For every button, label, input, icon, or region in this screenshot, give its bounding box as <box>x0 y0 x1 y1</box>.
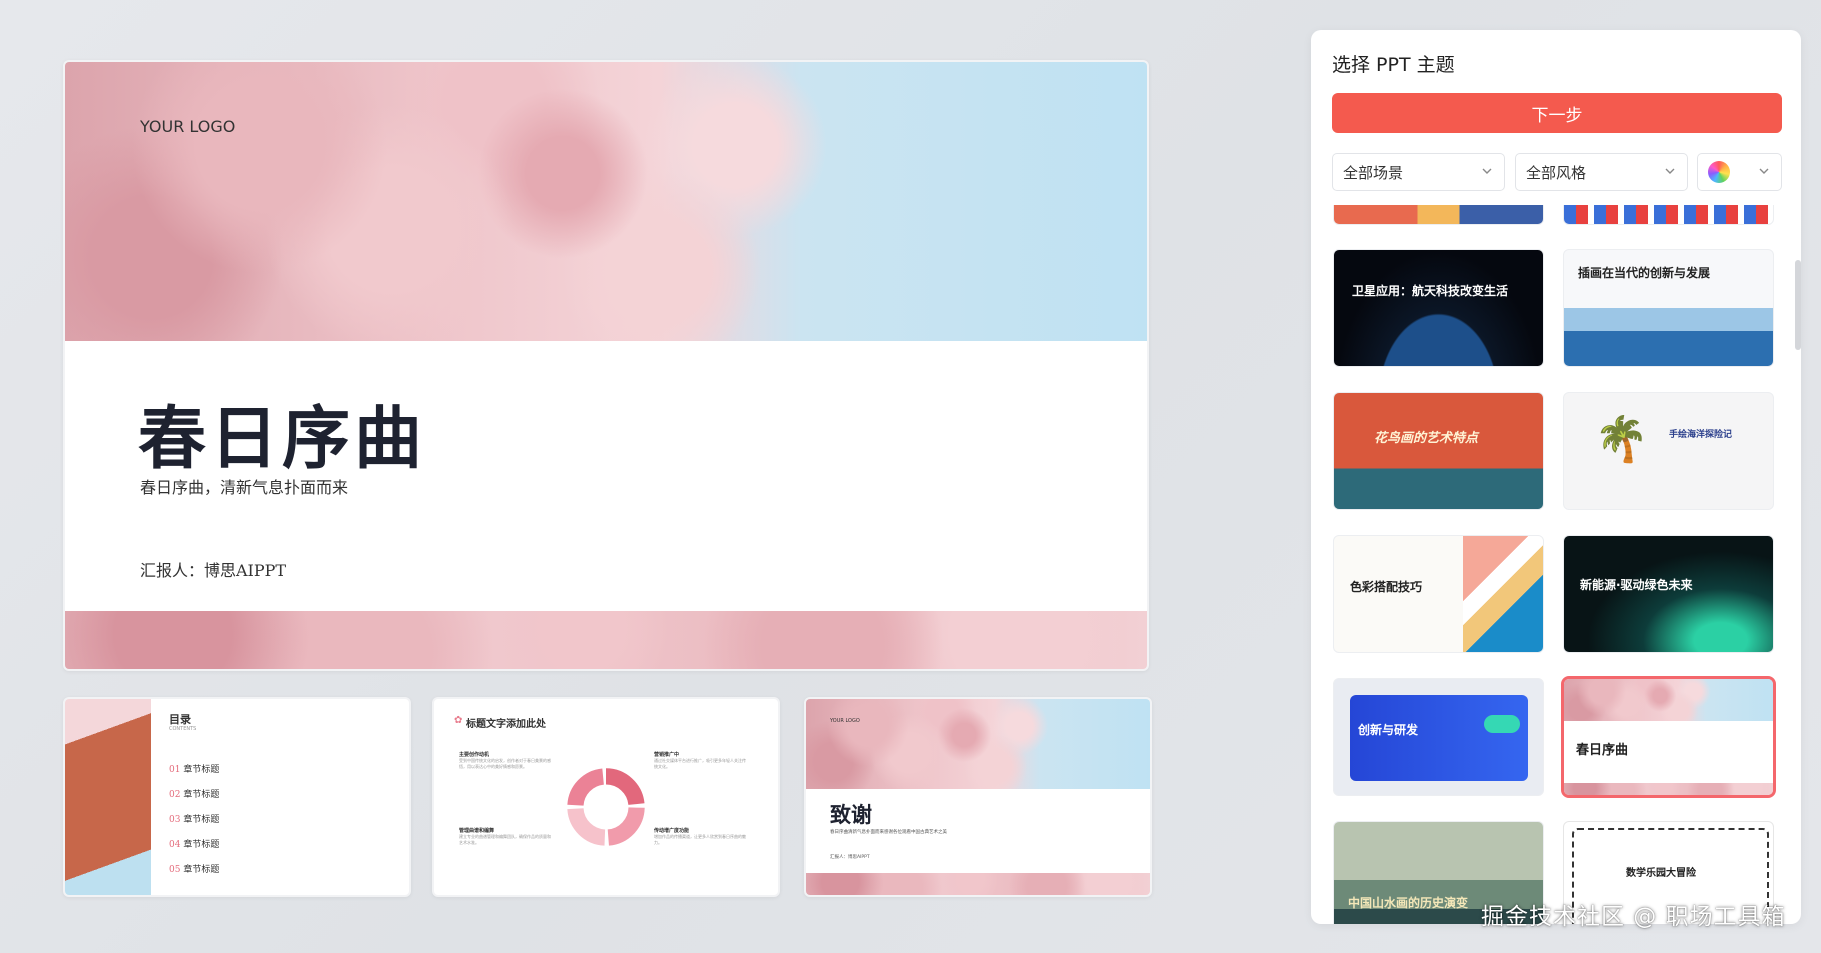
content-title: 标题文字添加此处 <box>466 719 546 730</box>
thanks-band: 致谢 春日序曲清新气息扑面而来感谢各位观看中国古典艺术之美 汇报人：博思AIPP… <box>806 789 1150 873</box>
slide-reporter: 汇报人：博思AIPPT <box>140 561 287 580</box>
theme-card-partial[interactable] <box>1563 205 1774 225</box>
selected-card-photo <box>1564 679 1773 721</box>
style-select[interactable]: 全部风格 <box>1515 153 1688 191</box>
panel-title: 选择 PPT 主题 <box>1332 54 1455 76</box>
thanks-reporter: 汇报人：博思AIPPT <box>830 855 870 860</box>
geometric-shapes <box>1463 536 1543 652</box>
toc-item: 04 章节标题 <box>169 840 220 850</box>
color-select[interactable] <box>1697 153 1782 191</box>
logo-text: YOUR LOGO <box>140 117 236 136</box>
next-step-button[interactable]: 下一步 <box>1332 93 1782 133</box>
theme-picker-panel: 选择 PPT 主题 下一步 全部场景 全部风格 卫星应用：航天科技改变生活 插画… <box>1311 30 1801 924</box>
toc-item: 02 章节标题 <box>169 790 220 800</box>
color-wheel-icon <box>1708 161 1730 183</box>
innovation-screen <box>1350 695 1528 781</box>
thanks-photo-bottom <box>806 873 1150 895</box>
toc-item: 05 章节标题 <box>169 865 220 875</box>
thanks-photo-top <box>806 699 1150 789</box>
slide-thumb-toc[interactable]: 目录 CONTENTS 01 章节标题 02 章节标题 03 章节标题 04 章… <box>63 697 411 897</box>
toc-item: 03 章节标题 <box>169 815 220 825</box>
theme-card-innovation[interactable]: 创新与研发 <box>1333 678 1544 796</box>
selected-card-photo-bottom <box>1564 783 1773 795</box>
toc-photo <box>65 699 151 895</box>
theme-card-spring-prelude-selected[interactable]: 春日序曲 <box>1561 676 1776 798</box>
content-block-2: 营销推广中 通过社交媒体平台进行推广，吸引更多年轻人关注传统文化。 <box>654 752 746 769</box>
theme-card-satellite[interactable]: 卫星应用：航天科技改变生活 <box>1333 249 1544 367</box>
theme-grid[interactable]: 卫星应用：航天科技改变生活 插画在当代的创新与发展 花鸟画的艺术特点 🌴 手绘海… <box>1311 205 1801 924</box>
chevron-down-icon <box>1759 168 1769 174</box>
toc-list: 01 章节标题 02 章节标题 03 章节标题 04 章节标题 05 章节标题 <box>169 762 219 887</box>
theme-card-illustration[interactable]: 插画在当代的创新与发展 <box>1563 249 1774 367</box>
title-band: 春日序曲 春日序曲，清新气息扑面而来 汇报人：博思AIPPT <box>65 341 1147 611</box>
content-block-1: 主要创作动机 受到中国传统文化的启发，创作者对于春日美景的感悟，用以表达心中的美… <box>459 752 551 769</box>
slide-title: 春日序曲 <box>138 399 427 479</box>
scrollbar[interactable] <box>1795 260 1801 350</box>
content-block-4: 传动增广度功能 增加作品的传播渠道，让更多人欣赏到春日序曲的魅力。 <box>654 828 746 845</box>
flower-icon: ✿ <box>454 715 463 726</box>
slide-thumb-content[interactable]: ✿ 标题文字添加此处 主要创作动机 受到中国传统文化的启发，创作者对于春日美景的… <box>432 697 780 897</box>
theme-card-new-energy[interactable]: 新能源·驱动绿色未来 <box>1563 535 1774 653</box>
theme-card-partial[interactable] <box>1333 205 1544 225</box>
theme-card-bird-flower[interactable]: 花鸟画的艺术特点 <box>1333 392 1544 510</box>
slide-subtitle: 春日序曲，清新气息扑面而来 <box>140 478 349 497</box>
theme-card-ocean-adventure[interactable]: 🌴 手绘海洋探险记 <box>1563 392 1774 510</box>
theme-card-color-matching[interactable]: 色彩搭配技巧 <box>1333 535 1544 653</box>
ring-chart-graphic <box>567 768 645 846</box>
play-toggle-icon <box>1484 715 1520 733</box>
content-block-3: 管理曲谱和编舞 建立专业的曲谱管理和编舞团队，确保作品的质量和艺术水准。 <box>459 828 551 845</box>
toc-item: 01 章节标题 <box>169 765 220 775</box>
blossom-photo-top <box>65 62 1147 341</box>
chevron-down-icon <box>1482 168 1492 174</box>
thanks-subtitle: 春日序曲清新气息扑面而来感谢各位观看中国古典艺术之美 <box>830 830 947 835</box>
thanks-title: 致谢 <box>830 802 872 827</box>
blossom-photo-bottom <box>65 611 1147 669</box>
slide-thumb-thanks[interactable]: YOUR LOGO 致谢 春日序曲清新气息扑面而来感谢各位观看中国古典艺术之美 … <box>804 697 1152 897</box>
toc-subtitle: CONTENTS <box>169 726 197 732</box>
palm-tree-icon: 🌴 <box>1594 414 1649 465</box>
chevron-down-icon <box>1665 168 1675 174</box>
watermark-text: 掘金技术社区 @ 职场工具箱 <box>1481 904 1786 930</box>
main-slide-preview: YOUR LOGO 春日序曲 春日序曲，清新气息扑面而来 汇报人：博思AIPPT <box>63 60 1149 671</box>
toc-title: 目录 <box>169 713 191 726</box>
thanks-logo: YOUR LOGO <box>830 718 860 724</box>
scene-select[interactable]: 全部场景 <box>1332 153 1505 191</box>
